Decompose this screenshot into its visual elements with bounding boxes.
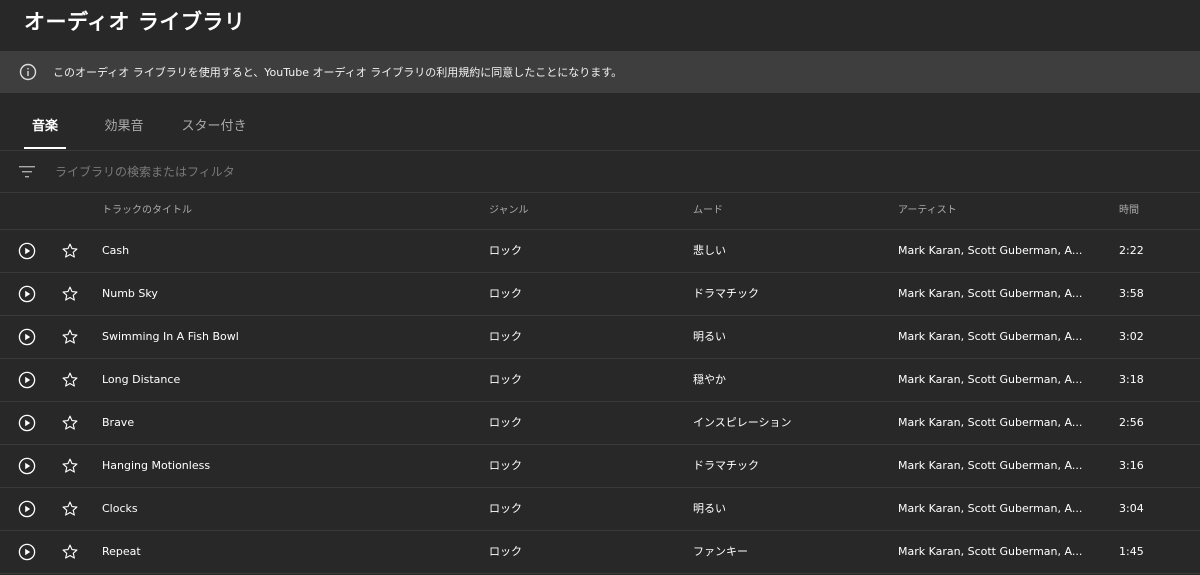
track-artist: Mark Karan, Scott Guberman, A... xyxy=(898,502,1083,515)
track-artist: Mark Karan, Scott Guberman, A... xyxy=(898,330,1083,343)
star-outline-icon[interactable] xyxy=(61,242,79,260)
track-list: Cash ロック 悲しい Mark Karan, Scott Guberman, A.… xyxy=(0,230,1200,574)
track-row[interactable]: Swimming In A Fish Bowl ロック 明るい Mark Karan,… xyxy=(0,316,1200,359)
track-duration: 3:02 xyxy=(1119,330,1144,343)
page-title: オーディオ ライブラリ xyxy=(24,10,246,34)
track-mood: ドラマチック xyxy=(693,459,759,472)
track-title: Repeat xyxy=(102,545,141,558)
filter-bar xyxy=(0,151,1200,193)
play-circle-icon[interactable] xyxy=(18,457,36,475)
star-outline-icon[interactable] xyxy=(61,328,79,346)
play-circle-icon[interactable] xyxy=(18,242,36,260)
notice-text: このオーディオ ライブラリを使用すると、YouTube オーディオ ライブラリの… xyxy=(53,66,623,79)
track-genre: ロック xyxy=(489,545,522,558)
play-circle-icon[interactable] xyxy=(18,371,36,389)
track-genre: ロック xyxy=(489,330,522,343)
track-row[interactable]: Long Distance ロック 穏やか Mark Karan, Scott Gub… xyxy=(0,359,1200,402)
star-outline-icon[interactable] xyxy=(61,500,79,518)
track-row[interactable]: Cash ロック 悲しい Mark Karan, Scott Guberman, A.… xyxy=(0,230,1200,273)
header-artist[interactable]: アーティスト xyxy=(898,193,957,229)
track-row[interactable]: Repeat ロック ファンキー Mark Karan, Scott Guberman… xyxy=(0,531,1200,574)
track-artist: Mark Karan, Scott Guberman, A... xyxy=(898,287,1083,300)
play-circle-icon[interactable] xyxy=(18,285,36,303)
track-title: Clocks xyxy=(102,502,138,515)
track-duration: 3:58 xyxy=(1119,287,1144,300)
track-genre: ロック xyxy=(489,502,522,515)
track-duration: 1:45 xyxy=(1119,545,1144,558)
track-title: Brave xyxy=(102,416,135,429)
track-genre: ロック xyxy=(489,416,522,429)
track-title: Hanging Motionless xyxy=(102,459,211,472)
header-mood[interactable]: ムード xyxy=(693,193,723,229)
track-title: Long Distance xyxy=(102,373,181,386)
track-duration: 2:56 xyxy=(1119,416,1144,429)
header-track-title[interactable]: トラックのタイトル xyxy=(102,193,192,229)
star-outline-icon[interactable] xyxy=(61,285,79,303)
tab-music[interactable]: 音楽 xyxy=(24,106,66,149)
track-mood: インスピレーション xyxy=(693,416,792,429)
track-mood: 悲しい xyxy=(693,244,726,257)
track-genre: ロック xyxy=(489,244,522,257)
track-artist: Mark Karan, Scott Guberman, A... xyxy=(898,244,1083,257)
track-mood: 穏やか xyxy=(693,373,726,386)
track-mood: 明るい xyxy=(693,330,726,343)
track-genre: ロック xyxy=(489,287,522,300)
filter-icon[interactable] xyxy=(19,165,35,179)
track-mood: ファンキー xyxy=(693,545,748,558)
play-circle-icon[interactable] xyxy=(18,500,36,518)
track-artist: Mark Karan, Scott Guberman, A... xyxy=(898,545,1083,558)
table-header: トラックのタイトル ジャンル ムード アーティスト 時間 xyxy=(0,193,1200,230)
track-artist: Mark Karan, Scott Guberman, A... xyxy=(898,416,1083,429)
play-circle-icon[interactable] xyxy=(18,543,36,561)
track-duration: 2:22 xyxy=(1119,244,1144,257)
track-title: Swimming In A Fish Bowl xyxy=(102,330,239,343)
header-duration[interactable]: 時間 xyxy=(1119,193,1139,229)
track-row[interactable]: Clocks ロック 明るい Mark Karan, Scott Guberman, … xyxy=(0,488,1200,531)
track-duration: 3:18 xyxy=(1119,373,1144,386)
star-outline-icon[interactable] xyxy=(61,414,79,432)
play-circle-icon[interactable] xyxy=(18,414,36,432)
track-row[interactable]: Brave ロック インスピレーション Mark Karan, Scott Guber… xyxy=(0,402,1200,445)
track-row[interactable]: Numb Sky ロック ドラマチック Mark Karan, Scott Guber… xyxy=(0,273,1200,316)
track-genre: ロック xyxy=(489,459,522,472)
track-title: Cash xyxy=(102,244,130,257)
audio-library-page: オーディオ ライブラリ このオーディオ ライブラリを使用すると、YouTube … xyxy=(0,0,1200,575)
star-outline-icon[interactable] xyxy=(61,457,79,475)
terms-notice-banner: このオーディオ ライブラリを使用すると、YouTube オーディオ ライブラリの… xyxy=(0,51,1200,93)
track-duration: 3:16 xyxy=(1119,459,1144,472)
info-icon xyxy=(19,63,37,81)
track-artist: Mark Karan, Scott Guberman, A... xyxy=(898,459,1083,472)
track-duration: 3:04 xyxy=(1119,502,1144,515)
tab-starred[interactable]: スター付き xyxy=(176,106,252,149)
track-row[interactable]: Hanging Motionless ロック ドラマチック Mark Karan, S… xyxy=(0,445,1200,488)
track-mood: ドラマチック xyxy=(693,287,759,300)
track-title: Numb Sky xyxy=(102,287,158,300)
track-artist: Mark Karan, Scott Guberman, A... xyxy=(898,373,1083,386)
play-circle-icon[interactable] xyxy=(18,328,36,346)
star-outline-icon[interactable] xyxy=(61,371,79,389)
tab-bar: 音楽 効果音 スター付き xyxy=(0,106,1200,151)
tab-sound-effects[interactable]: 効果音 xyxy=(96,106,152,149)
library-search-input[interactable] xyxy=(53,158,657,185)
star-outline-icon[interactable] xyxy=(61,543,79,561)
track-mood: 明るい xyxy=(693,502,726,515)
header-genre[interactable]: ジャンル xyxy=(489,193,529,229)
track-genre: ロック xyxy=(489,373,522,386)
